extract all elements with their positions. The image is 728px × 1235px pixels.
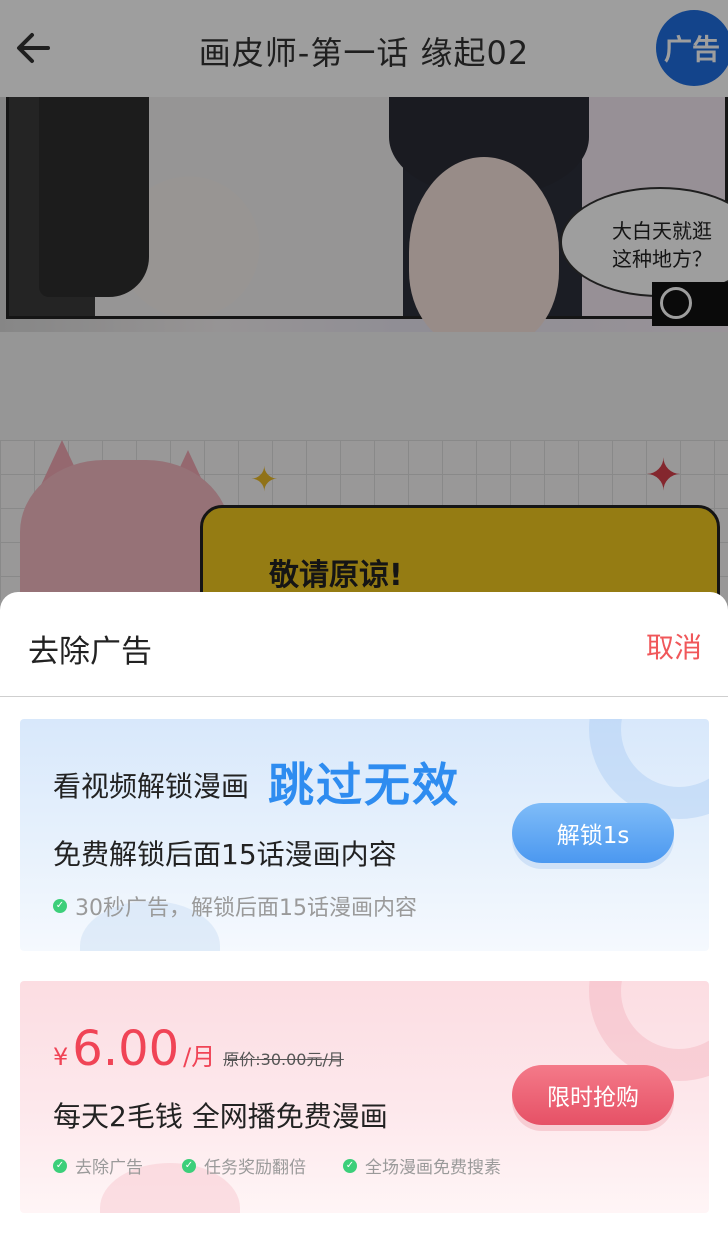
unlock-button[interactable]: 解锁1s bbox=[512, 803, 674, 863]
limited-purchase-button[interactable]: 限时抢购 bbox=[512, 1065, 674, 1125]
check-icon: ✓ bbox=[343, 1158, 357, 1173]
check-icon: ✓ bbox=[182, 1158, 196, 1173]
vip-purchase-card[interactable]: ¥ 6.00 /月 原价:30.00元/月 每天2毛钱 全网播免费漫画 ✓ 去除… bbox=[20, 981, 709, 1213]
remove-ads-sheet: 去除广告 取消 看视频解锁漫画 跳过无效 免费解锁后面15话漫画内容 ✓ 30秒… bbox=[0, 592, 728, 1235]
price-value: 6.00 bbox=[72, 1021, 180, 1077]
video-unlock-card[interactable]: 看视频解锁漫画 跳过无效 免费解锁后面15话漫画内容 ✓ 30秒广告，解锁后面1… bbox=[20, 719, 709, 951]
vip-feature-text: 去除广告 bbox=[75, 1158, 143, 1178]
skip-invalid-label: 跳过无效 bbox=[268, 758, 460, 812]
currency-symbol: ¥ bbox=[53, 1043, 69, 1071]
cancel-button[interactable]: 取消 bbox=[646, 626, 702, 666]
price-unit: /月 bbox=[183, 1043, 216, 1071]
check-icon: ✓ bbox=[53, 1158, 67, 1173]
vip-feature-1: ✓ 去除广告 bbox=[53, 1153, 143, 1178]
price-row: ¥ 6.00 /月 原价:30.00元/月 bbox=[53, 1021, 344, 1077]
vip-feature-text: 全场漫画免费搜素 bbox=[365, 1158, 501, 1178]
video-card-title: 看视频解锁漫画 bbox=[53, 770, 250, 803]
original-price: 原价:30.00元/月 bbox=[223, 1050, 344, 1069]
vip-feature-text: 任务奖励翻倍 bbox=[204, 1158, 306, 1178]
sheet-header: 去除广告 取消 bbox=[0, 592, 728, 697]
video-card-subtitle: 免费解锁后面15话漫画内容 bbox=[53, 838, 397, 871]
vip-feature-3: ✓ 全场漫画免费搜素 bbox=[343, 1153, 501, 1178]
video-feature-text: 30秒广告，解锁后面15话漫画内容 bbox=[75, 896, 417, 921]
vip-card-subtitle: 每天2毛钱 全网播免费漫画 bbox=[53, 1100, 388, 1133]
vip-feature-2: ✓ 任务奖励翻倍 bbox=[182, 1153, 306, 1178]
video-feature: ✓ 30秒广告，解锁后面15话漫画内容 bbox=[53, 890, 417, 922]
sheet-title: 去除广告 bbox=[28, 634, 152, 670]
check-icon: ✓ bbox=[53, 899, 67, 913]
